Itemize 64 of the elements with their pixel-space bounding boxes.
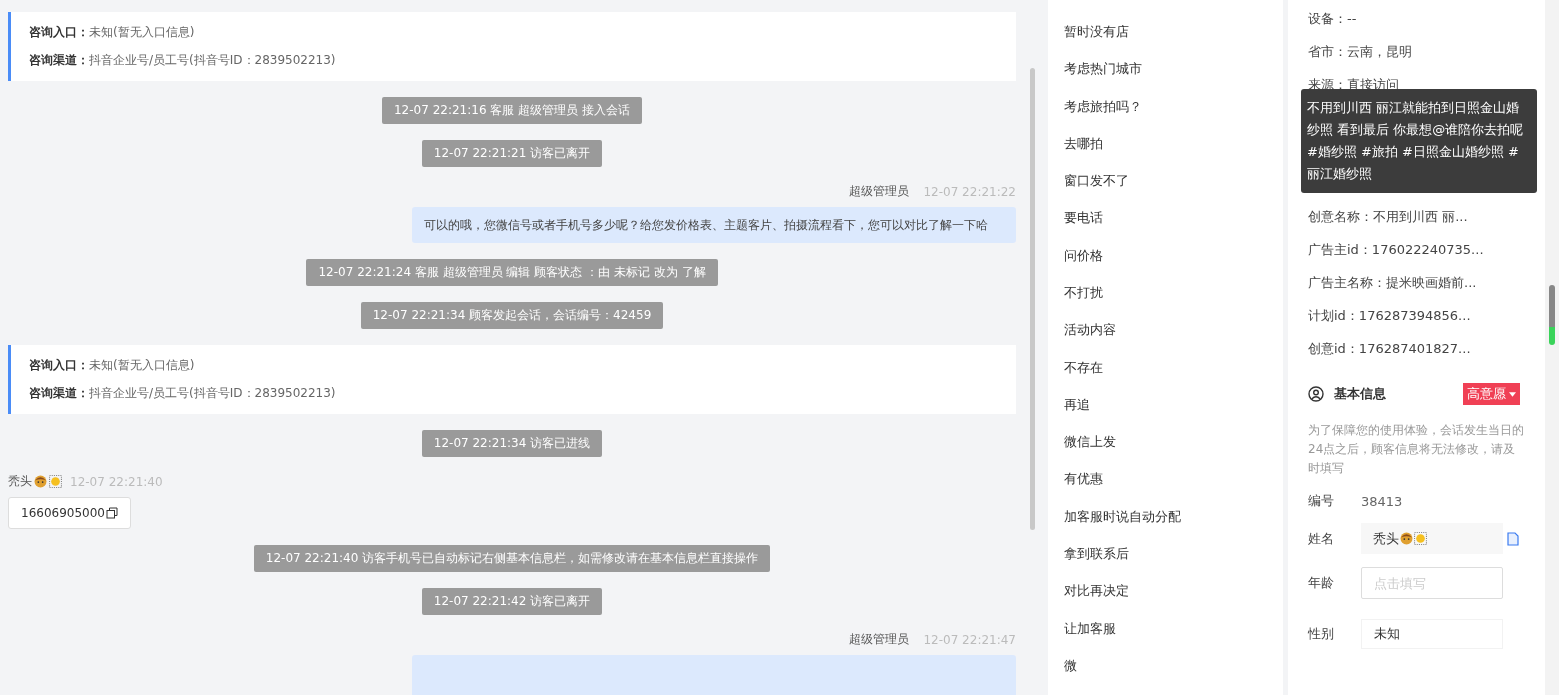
sun-emoji-icon xyxy=(1414,532,1427,545)
visit-info-line: 创意id：176287401827... xyxy=(1308,340,1472,358)
message-time: 12-07 22:21:40 xyxy=(70,474,163,489)
quick-reply-item[interactable]: 不存在 xyxy=(1064,359,1283,397)
quick-reply-item[interactable]: 不打扰 xyxy=(1064,284,1283,323)
tooltip: 不用到川西 丽江就能拍到日照金山婚纱照 看到最后 你最想@谁陪你去拍呢 #婚纱照 #旅拍 #日照金山婚纱照 #丽江婚纱照 xyxy=(1301,89,1537,193)
system-notice: 12-07 22:21:24 客服 超级管理员 编辑 顾客状态 ：由 未标记 改为 了解 xyxy=(306,259,718,286)
phone-message: 16606905000 xyxy=(8,497,131,529)
visit-info-line: 广告主id：176022240735... xyxy=(1308,241,1485,259)
visit-info-line: 设备：-- xyxy=(1308,10,1358,28)
field-label: 姓名 xyxy=(1308,529,1335,548)
system-notice: 12-07 22:21:42 访客已离开 xyxy=(421,588,603,615)
quick-reply-item[interactable]: 加客服时说自动分配 xyxy=(1064,508,1283,546)
sender-name: 超级管理员 xyxy=(849,631,910,648)
field-label: 年龄 xyxy=(1308,574,1335,592)
visit-info-line: 广告主名称：提米映画婚前... xyxy=(1308,274,1478,292)
field-label: 性别 xyxy=(1308,625,1335,643)
quick-reply-item[interactable]: 再追 xyxy=(1064,396,1283,435)
system-notice: 12-07 22:21:34 顾客发起会话，会话编号：42459 xyxy=(360,302,664,329)
quick-reply-item[interactable]: 对比再决定 xyxy=(1064,583,1283,621)
sender-name: 秃头 xyxy=(8,473,32,490)
intent-dropdown[interactable]: 高意愿 xyxy=(1463,383,1520,405)
system-notice: 12-07 22:21:16 客服 超级管理员 接入会话 xyxy=(382,97,642,124)
quick-reply-item[interactable]: 考虑热门城市 xyxy=(1064,61,1283,99)
system-notice: 12-07 22:21:34 访客已进线 xyxy=(421,430,603,457)
system-notice: 12-07 22:21:21 访客已离开 xyxy=(421,140,603,167)
entry-info-line: 咨询渠道：抖音企业号/员工号(抖音号ID：2839502213) xyxy=(29,385,337,402)
quick-reply-item[interactable]: 暂时没有店 xyxy=(1064,24,1283,62)
quick-reply-item[interactable]: 微 xyxy=(1064,657,1283,695)
entry-info-line: 咨询渠道：抖音企业号/员工号(抖音号ID：2839502213) xyxy=(29,52,337,69)
quick-reply-item[interactable]: 窗口发不了 xyxy=(1064,173,1283,211)
face-emoji-icon xyxy=(1400,532,1413,545)
sender-name: 超级管理员 xyxy=(849,183,910,200)
user-icon xyxy=(1308,386,1324,402)
quick-reply-item[interactable]: 活动内容 xyxy=(1064,322,1283,360)
message-time: 12-07 22:21:47 xyxy=(923,632,1016,647)
gender-select[interactable]: 未知 xyxy=(1361,619,1503,649)
quick-reply-item[interactable]: 有优惠 xyxy=(1064,471,1283,509)
system-notice: 12-07 22:21:40 访客手机号已自动标记右侧基本信息栏，如需修改请在基本信息栏直接操作 xyxy=(253,545,771,572)
quick-reply-item[interactable]: 问价格 xyxy=(1064,247,1283,285)
visit-info-line: 计划id：176287394856... xyxy=(1308,307,1472,325)
notice-text: 为了保障您的使用体验，会话发生当日的24点之后，顾客信息将无法修改，请及时填写 xyxy=(1308,422,1525,477)
quick-reply-item[interactable]: 要电话 xyxy=(1064,210,1283,248)
quick-reply-item[interactable]: 让加客服 xyxy=(1064,620,1283,658)
visit-info-line: 省市：云南，昆明 xyxy=(1308,43,1413,61)
entry-info-line: 咨询入口：未知(暂无入口信息) xyxy=(29,24,196,41)
visit-info-line: 创意名称：不用到川西 丽... xyxy=(1308,208,1469,226)
copy-icon[interactable] xyxy=(106,507,118,519)
message-time: 12-07 22:21:22 xyxy=(923,184,1016,199)
section-title: 基本信息 xyxy=(1334,385,1387,403)
field-value: 38413 xyxy=(1361,493,1403,509)
quick-reply-item[interactable]: 微信上发 xyxy=(1064,434,1283,472)
sun-emoji-icon xyxy=(49,475,62,488)
scrollbar-thumb[interactable] xyxy=(1549,285,1555,345)
quick-reply-item[interactable]: 考虑旅拍吗？ xyxy=(1064,98,1283,136)
caret-icon xyxy=(1509,391,1516,397)
field-label: 编号 xyxy=(1308,492,1335,510)
quick-reply-item[interactable]: 拿到联系后 xyxy=(1064,545,1283,584)
entry-info-line: 咨询入口：未知(暂无入口信息) xyxy=(29,357,196,374)
name-field[interactable]: 秃头 xyxy=(1361,523,1503,554)
quick-reply-item[interactable]: 去哪拍 xyxy=(1064,135,1283,174)
message-bubble: 可以的哦，您微信号或者手机号多少呢？给您发价格表、主题客片、拍摄流程看下，您可以对比了解一下哈 xyxy=(412,207,1016,243)
face-emoji-icon xyxy=(34,475,47,488)
scrollbar-thumb[interactable] xyxy=(1029,68,1035,530)
